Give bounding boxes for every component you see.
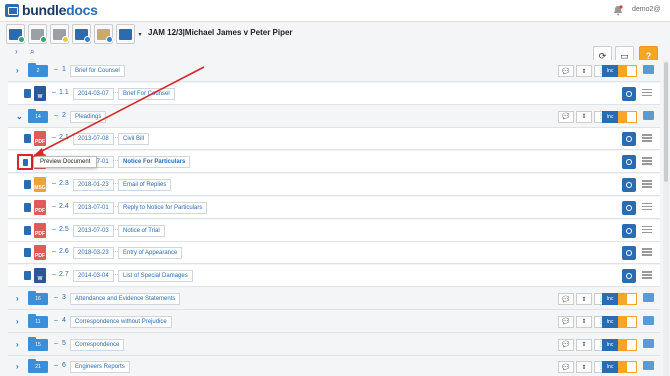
scrollbar[interactable]	[663, 60, 669, 376]
annotation-arrow	[32, 66, 205, 157]
